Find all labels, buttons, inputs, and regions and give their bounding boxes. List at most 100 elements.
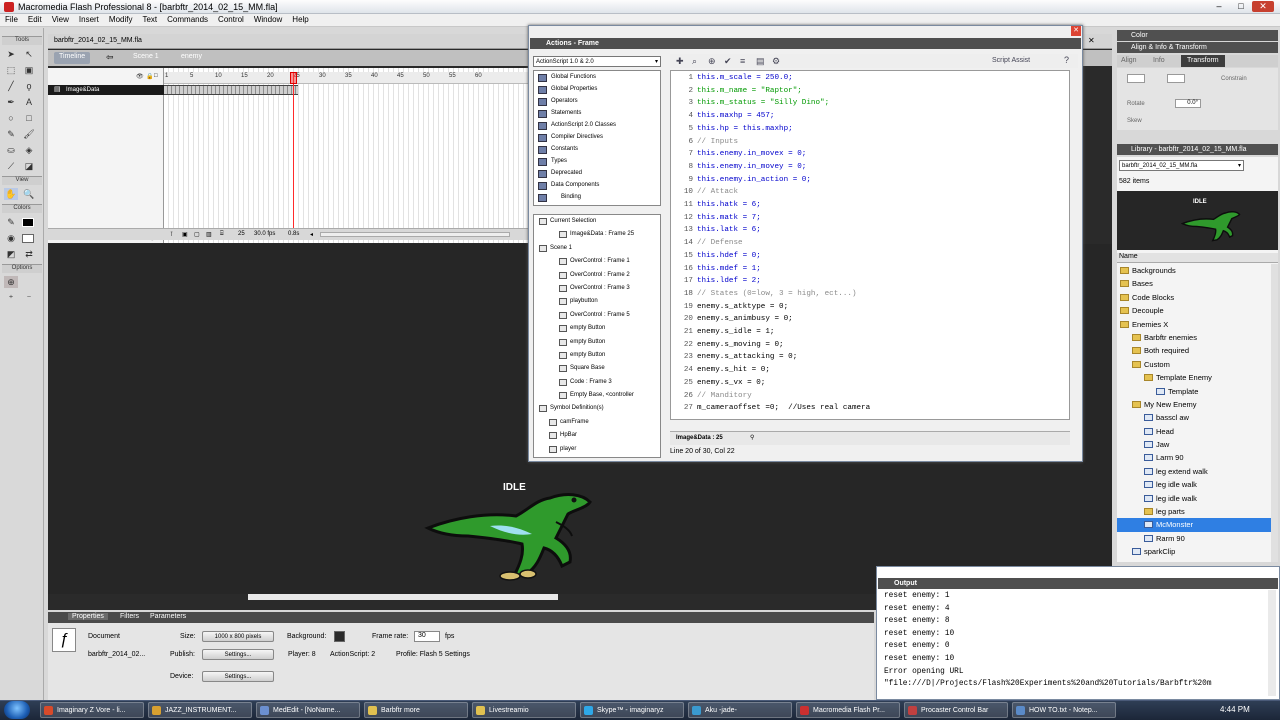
- taskbar-item[interactable]: Livestreamio: [472, 702, 576, 718]
- lasso-tool-icon[interactable]: ϙ: [22, 80, 36, 92]
- center-frame-icon[interactable]: ⊺: [170, 231, 173, 238]
- code-line[interactable]: 2 this.m_name = "Raptor";: [671, 85, 801, 98]
- tab-info[interactable]: Info: [1153, 57, 1165, 64]
- fill-swatch[interactable]: [22, 234, 34, 243]
- code-line[interactable]: 6 // Inputs: [671, 136, 738, 149]
- timeline-toggle-button[interactable]: Timeline: [54, 52, 91, 64]
- navigator-item[interactable]: playbutton: [534, 295, 660, 308]
- library-item[interactable]: Code Blocks: [1117, 291, 1271, 304]
- library-item[interactable]: Larm 90: [1117, 451, 1271, 464]
- pin-script-icon[interactable]: ⚲: [750, 434, 754, 441]
- menu-view[interactable]: View: [47, 14, 74, 25]
- code-tab[interactable]: Image&Data : 25: [676, 435, 723, 441]
- actions-titlebar[interactable]: Actions - Frame: [530, 38, 1081, 49]
- library-item[interactable]: Template: [1117, 385, 1271, 398]
- keyframe-row[interactable]: [164, 85, 298, 95]
- doc-close-icon[interactable]: ✕: [1088, 36, 1095, 45]
- actions-close-icon[interactable]: ✕: [1071, 26, 1081, 36]
- layer-row[interactable]: ▤ Image&Data: [48, 85, 164, 95]
- library-item[interactable]: Template Enemy: [1117, 371, 1271, 384]
- library-item[interactable]: Custom: [1117, 358, 1271, 371]
- toolbox-item[interactable]: Deprecated: [534, 167, 660, 179]
- code-line[interactable]: 5 this.hp = this.maxhp;: [671, 123, 792, 136]
- library-item[interactable]: Head: [1117, 425, 1271, 438]
- library-item[interactable]: Rarm 90: [1117, 532, 1271, 545]
- publish-settings-button[interactable]: Settings...: [202, 649, 274, 660]
- code-line[interactable]: 1 this.m_scale = 250.0;: [671, 72, 792, 85]
- stroke-color-icon[interactable]: ✎: [4, 216, 18, 228]
- library-item[interactable]: leg idle walk: [1117, 478, 1271, 491]
- playhead[interactable]: [293, 72, 294, 237]
- align-panel-header[interactable]: Align & Info & Transform: [1117, 42, 1278, 53]
- toolbox-item[interactable]: Types: [534, 155, 660, 167]
- background-swatch[interactable]: [334, 631, 345, 642]
- taskbar-item[interactable]: Aku -jade-: [688, 702, 792, 718]
- code-line[interactable]: 8 this.enemy.in_movey = 0;: [671, 161, 806, 174]
- menu-edit[interactable]: Edit: [23, 14, 47, 25]
- device-settings-button[interactable]: Settings...: [202, 671, 274, 682]
- minimize-button[interactable]: –: [1208, 1, 1230, 12]
- taskbar-item[interactable]: Barbftr more: [364, 702, 468, 718]
- script-navigator[interactable]: Current Selection Image&Data : Frame 25 Sc…: [533, 214, 661, 458]
- back-arrow-icon[interactable]: ⇦: [106, 52, 114, 63]
- library-name-header[interactable]: Name: [1117, 253, 1278, 263]
- tab-parameters[interactable]: Parameters: [146, 613, 190, 620]
- code-line[interactable]: 21 enemy.s_idle = 1;: [671, 326, 775, 339]
- code-line[interactable]: 17 this.ldef = 2;: [671, 275, 761, 288]
- close-button[interactable]: ✕: [1252, 1, 1274, 12]
- library-item[interactable]: Enemies X: [1117, 318, 1271, 331]
- navigator-item[interactable]: OverControl : Frame 1: [534, 255, 660, 268]
- navigator-item[interactable]: Empty Base, <controller: [534, 389, 660, 402]
- code-line[interactable]: 3 this.m_status = "Silly Dino";: [671, 97, 829, 110]
- navigator-item[interactable]: Current Selection: [534, 215, 660, 228]
- eye-icon[interactable]: 👁: [136, 73, 144, 80]
- toolbox-item[interactable]: Binding: [534, 191, 660, 203]
- library-item[interactable]: Both required: [1117, 344, 1271, 357]
- library-item[interactable]: basscl aw: [1117, 411, 1271, 424]
- frame-ruler[interactable]: 1 5 10 15 20 25 30 35 40 45 50 55 60: [164, 72, 530, 84]
- rectangle-tool-icon[interactable]: □: [22, 112, 36, 124]
- frame-rate-field[interactable]: 30: [414, 631, 440, 642]
- toolbox-item[interactable]: Global Functions: [534, 71, 660, 83]
- color-panel-header[interactable]: Color: [1117, 30, 1278, 41]
- tab-properties[interactable]: Properties: [68, 613, 108, 620]
- taskbar-item[interactable]: Imaginary Z Vore - li...: [40, 702, 144, 718]
- rotate-radio[interactable]: Rotate: [1127, 101, 1145, 107]
- navigator-item[interactable]: OverControl : Frame 3: [534, 282, 660, 295]
- library-list[interactable]: Backgrounds Bases Code Blocks Decouple Enemi…: [1117, 264, 1271, 562]
- navigator-item[interactable]: empty Button: [534, 349, 660, 362]
- navigator-item[interactable]: Symbol Definition(s): [534, 402, 660, 415]
- code-line[interactable]: 12 this.matk = 7;: [671, 212, 761, 225]
- library-file-select[interactable]: barbftr_2014_02_15_MM.fla ▾: [1119, 160, 1244, 171]
- code-line[interactable]: 22 enemy.s_moving = 0;: [671, 339, 784, 352]
- output-scrollbar[interactable]: [1268, 590, 1276, 696]
- code-line[interactable]: 20 enemy.s_animbusy = 0;: [671, 313, 793, 326]
- outline-icon[interactable]: □: [154, 73, 158, 79]
- code-line[interactable]: 23 enemy.s_attacking = 0;: [671, 351, 797, 364]
- maximize-button[interactable]: □: [1230, 1, 1252, 12]
- navigator-item[interactable]: player: [534, 443, 660, 456]
- library-item[interactable]: My New Enemy: [1117, 398, 1271, 411]
- stroke-swatch[interactable]: [22, 218, 34, 227]
- debug-options-icon[interactable]: ⚙: [772, 56, 780, 67]
- toolbox-item[interactable]: Operators: [534, 95, 660, 107]
- auto-format-icon[interactable]: ≡: [740, 56, 745, 66]
- pencil-tool-icon[interactable]: ✎: [4, 128, 18, 140]
- library-item[interactable]: Barbftr enemies: [1117, 331, 1271, 344]
- taskbar-item[interactable]: Procaster Control Bar: [904, 702, 1008, 718]
- navigator-item[interactable]: empty Button: [534, 322, 660, 335]
- find-icon[interactable]: ⌕: [692, 56, 697, 67]
- timeline-scrollbar[interactable]: [320, 232, 510, 237]
- library-panel-header[interactable]: Library - barbftr_2014_02_15_MM.fla: [1117, 144, 1278, 155]
- taskbar-item[interactable]: Skype™ - imaginaryz: [580, 702, 684, 718]
- navigator-item[interactable]: empty Button: [534, 336, 660, 349]
- menu-commands[interactable]: Commands: [162, 14, 213, 25]
- navigator-item[interactable]: Square Base: [534, 362, 660, 375]
- code-line[interactable]: 15 this.hdef = 0;: [671, 250, 761, 263]
- output-log[interactable]: reset enemy: 1 reset enemy: 4 reset enemy:…: [884, 590, 1268, 696]
- playhead-handle[interactable]: [290, 72, 297, 84]
- taskbar-item[interactable]: Macromedia Flash Pr...: [796, 702, 900, 718]
- code-line[interactable]: 25 enemy.s_vx = 0;: [671, 377, 765, 390]
- tab-filters[interactable]: Filters: [116, 613, 143, 620]
- tab-align[interactable]: Align: [1121, 57, 1137, 64]
